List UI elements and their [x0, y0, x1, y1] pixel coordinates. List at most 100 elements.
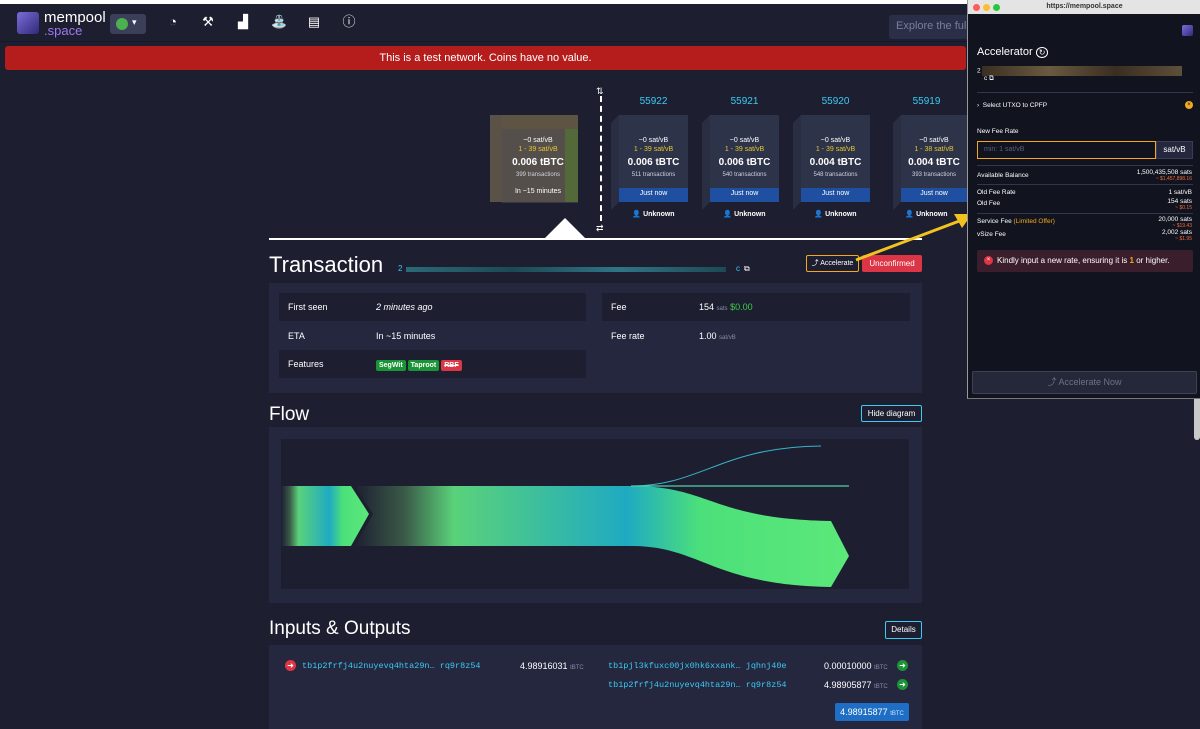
logo-text[interactable]: mempool .space	[44, 10, 106, 37]
old-fee-value: 154 sats	[1167, 198, 1192, 205]
block-txs: 540 transactions	[722, 172, 767, 178]
features-row: Features SegWit Taproot RBF	[279, 350, 586, 378]
block-txs: 548 transactions	[813, 172, 858, 178]
input-arrow-icon[interactable]: ➜	[285, 660, 296, 671]
block-miner-0[interactable]: 👤 Unknown	[619, 210, 688, 218]
swap-horizontal-icon[interactable]: ⇄	[596, 223, 604, 234]
error-alert: × Kindly input a new rate, ensuring it i…	[977, 250, 1193, 272]
segwit-badge[interactable]: SegWit	[376, 360, 406, 371]
popup-txid-redacted	[982, 66, 1183, 76]
fee-usd: $0.00	[730, 302, 753, 312]
old-fee-rate-value: 1 sat/vB	[1168, 189, 1192, 196]
accelerator-title: Accelerator ↻	[977, 46, 1049, 58]
network-selector[interactable]: ▾	[110, 14, 146, 34]
block-range: 1 - 39 sat/vB	[815, 146, 856, 153]
input-amount-group: 4.98916031 tBTC	[520, 661, 584, 671]
mempool-block-txs: 399 transactions	[515, 172, 561, 178]
error-x-icon: ×	[984, 256, 993, 265]
fee-value: 154	[699, 302, 715, 312]
block-card-1[interactable]: ~0 sat/vB 1 - 39 sat/vB 0.006 tBTC 540 t…	[710, 115, 779, 202]
graphs-chart-icon[interactable]: ▟	[236, 15, 250, 29]
popup-txid[interactable]: 2	[977, 66, 1183, 76]
block-height-0[interactable]: 55922	[619, 96, 688, 107]
block-size: 0.004 tBTC	[908, 157, 960, 168]
annotation-arrow	[855, 214, 972, 262]
old-fee-rate-label: Old Fee Rate	[977, 189, 1016, 196]
hide-diagram-button[interactable]: Hide diagram	[861, 405, 922, 422]
input-amount: 4.98916031	[520, 661, 568, 671]
separator	[977, 213, 1193, 214]
txid-start: 2	[398, 264, 403, 273]
output-arrow-icon[interactable]: ➜	[897, 679, 908, 690]
block-card-0[interactable]: ~0 sat/vB 1 - 39 sat/vB 0.006 tBTC 511 t…	[619, 115, 688, 202]
service-fee-label-text: Service Fee	[977, 218, 1012, 225]
eta-label: ETA	[288, 331, 305, 341]
output-address-1[interactable]: tb1p2frfj4u2nuyevq4hta29n… rq9r8z54	[608, 680, 787, 690]
copy-icon[interactable]: ⧉	[989, 75, 994, 82]
mining-hammer-icon[interactable]: ⚒	[201, 15, 215, 29]
select-utxo-label: Select UTXO to CPFP	[982, 102, 1048, 109]
block-time: Just now	[639, 190, 668, 197]
total-amount: 4.98915877	[840, 707, 888, 717]
popup-txid-tail[interactable]: c ⧉	[984, 75, 994, 83]
popup-url: https://mempool.space	[1046, 3, 1123, 10]
miner-name: Unknown	[643, 211, 675, 218]
block-size: 0.004 tBTC	[809, 157, 862, 168]
popup-txid-end: c	[984, 75, 988, 82]
block-miner-1[interactable]: 👤 Unknown	[710, 210, 779, 218]
mempool-logo-icon	[1182, 25, 1193, 36]
mempool-block-eta: In ~15 minutes	[514, 188, 562, 195]
first-seen-label: First seen	[288, 302, 328, 312]
search-input[interactable]: Explore the full B	[889, 15, 969, 39]
feerate-value-group: 1.00 sat/vB	[699, 322, 736, 352]
accelerate-now-label: Accelerate Now	[1058, 377, 1122, 387]
blockchain-baseline	[269, 238, 922, 240]
faucet-icon[interactable]: ⛲	[271, 15, 287, 29]
eta-row: ETA In ~15 minutes	[279, 322, 586, 350]
vsize-fee-value: 2,002 sats	[1162, 229, 1192, 236]
block-time: Just now	[730, 190, 759, 197]
rbf-badge[interactable]: RBF	[441, 360, 462, 371]
mempool-logo-icon[interactable]	[17, 12, 39, 34]
features-label: Features	[288, 359, 324, 369]
taproot-badge[interactable]: Taproot	[407, 360, 440, 371]
copy-icon[interactable]: ⧉	[744, 264, 750, 274]
txid-end: c	[736, 264, 740, 273]
input-unit: tBTC	[570, 665, 584, 671]
block-height-2[interactable]: 55920	[801, 96, 870, 107]
output-amount-group-0: 0.00010000 tBTC	[824, 661, 888, 671]
output-arrow-icon[interactable]: ➜	[897, 660, 908, 671]
accelerator-title-text: Accelerator	[977, 46, 1033, 58]
mempool-block-size: 0.006 tBTC	[512, 157, 564, 168]
service-fee-value: 20,000 sats	[1158, 216, 1192, 223]
block-height-3[interactable]: 55919	[892, 96, 961, 107]
separator	[977, 165, 1193, 166]
limited-offer-note: (Limited Offer)	[1013, 218, 1055, 225]
refresh-icon[interactable]: ↻	[1035, 47, 1049, 58]
block-txs: 393 transactions	[911, 172, 957, 178]
accelerate-now-button[interactable]: ⤴ Accelerate Now	[972, 371, 1197, 394]
output-amount-1: 4.98905877	[824, 680, 872, 690]
output-address-0[interactable]: tb1pjl3kfuxc00jx0hk6xxank… jqhnj40e	[608, 661, 787, 671]
block-card-2[interactable]: ~0 sat/vB 1 - 39 sat/vB 0.004 tBTC 548 t…	[801, 115, 870, 202]
docs-book-icon[interactable]: ▤	[307, 15, 321, 29]
total-unit: tBTC	[890, 711, 904, 717]
about-info-icon[interactable]: ⓘ	[342, 15, 356, 29]
fee-label: Fee	[611, 302, 627, 312]
flow-panel	[269, 427, 922, 603]
txid-redacted	[406, 267, 726, 272]
block-card-3[interactable]: ~0 sat/vB 1 - 38 sat/vB 0.004 tBTC 393 t…	[901, 115, 967, 202]
dashboard-gauge-icon[interactable]: ◔	[166, 15, 180, 29]
input-address[interactable]: tb1p2frfj4u2nuyevq4hta29n… rq9r8z54	[302, 661, 481, 671]
swap-vertical-icon[interactable]: ⇅	[596, 86, 604, 97]
block-range: 1 - 38 sat/vB	[914, 146, 954, 153]
block-fee: ~0 sat/vB	[820, 137, 851, 144]
close-circle-icon[interactable]: ×	[1185, 101, 1193, 109]
select-utxo-toggle[interactable]: › Select UTXO to CPFP	[977, 102, 1047, 109]
flow-diagram[interactable]	[281, 439, 909, 589]
txid-link[interactable]: 2 c ⧉	[398, 264, 750, 273]
details-button[interactable]: Details	[885, 621, 922, 639]
fee-rate-input[interactable]: min: 1 sat/vB	[977, 141, 1156, 159]
block-height-1[interactable]: 55921	[710, 96, 779, 107]
output-unit-1: tBTC	[874, 684, 888, 690]
